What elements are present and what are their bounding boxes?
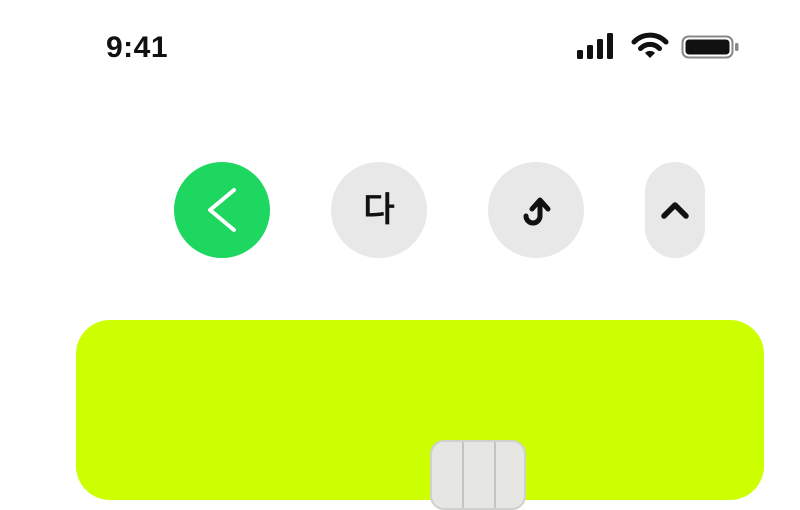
chevron-left-icon xyxy=(208,188,236,232)
translate-button[interactable]: 다 xyxy=(331,162,427,258)
battery-icon xyxy=(681,35,739,59)
status-bar: 9:41 xyxy=(0,0,800,95)
status-icons xyxy=(576,32,746,62)
payment-card[interactable] xyxy=(76,320,764,510)
wifi-icon xyxy=(631,32,669,58)
translate-icon: 다 xyxy=(363,190,395,230)
cellular-signal-icon xyxy=(577,33,613,59)
share-arrow-icon xyxy=(523,197,551,226)
back-button[interactable] xyxy=(174,162,270,258)
collapse-button[interactable] xyxy=(645,162,705,258)
card-chip-icon xyxy=(430,440,526,510)
chevron-up-icon xyxy=(661,202,689,219)
status-time: 9:41 xyxy=(106,31,169,64)
action-row: 다 xyxy=(0,160,800,260)
share-button[interactable] xyxy=(488,162,584,258)
